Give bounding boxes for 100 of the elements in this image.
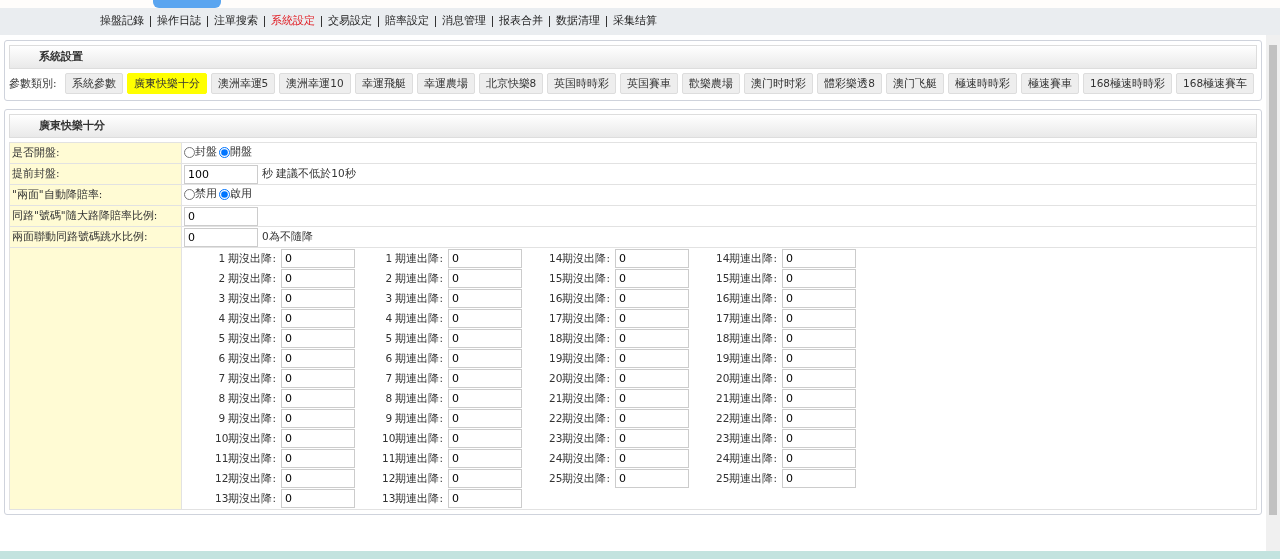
input-field[interactable]: 0	[281, 429, 355, 448]
nav-link[interactable]: 采集结算	[613, 13, 657, 30]
input-field[interactable]: 0	[281, 329, 355, 348]
input-field[interactable]: 0	[615, 249, 689, 268]
input-field[interactable]: 0	[281, 249, 355, 268]
field-label: 2 期沒出降:	[217, 270, 276, 286]
input-field[interactable]: 100	[184, 164, 258, 184]
input-field[interactable]: 0	[281, 289, 355, 308]
input-field[interactable]: 0	[615, 449, 689, 468]
radio-button[interactable]	[184, 188, 195, 200]
radio-option[interactable]: 禁用	[184, 185, 217, 203]
input-field[interactable]: 0	[448, 369, 522, 388]
input-field[interactable]: 0	[782, 329, 856, 348]
category-button[interactable]: 極速時時彩	[948, 73, 1017, 94]
nav-link[interactable]: 数据清理	[556, 13, 600, 30]
input-field[interactable]: 0	[782, 409, 856, 428]
input-field[interactable]: 0	[782, 289, 856, 308]
input-field[interactable]: 0	[615, 369, 689, 388]
input-field[interactable]: 0	[281, 489, 355, 508]
input-field[interactable]: 0	[184, 206, 258, 226]
field-label: 11期連出降:	[381, 450, 443, 466]
radio-button[interactable]	[219, 188, 230, 200]
nav-link[interactable]: 賠率設定	[385, 13, 429, 30]
nav-link[interactable]: 报表合并	[499, 13, 543, 30]
radio-button[interactable]	[219, 146, 230, 158]
category-button[interactable]: 幸運飛艇	[354, 73, 413, 94]
input-field[interactable]: 0	[448, 489, 522, 508]
category-button[interactable]: 英国賽車	[620, 73, 679, 94]
input-field[interactable]: 0	[615, 469, 689, 488]
input-field[interactable]: 0	[448, 469, 522, 488]
nav-link[interactable]: 注單搜索	[214, 13, 258, 30]
field-label: 20期連出降:	[715, 370, 777, 386]
radio-option[interactable]: 啟用	[219, 185, 252, 203]
category-button[interactable]: 澳洲幸運10	[279, 73, 351, 94]
category-button[interactable]: 幸運農場	[416, 73, 475, 94]
nav-link[interactable]: 系統設定	[271, 13, 315, 30]
category-button[interactable]: 歡樂農場	[682, 73, 741, 94]
category-button[interactable]: 澳洲幸運5	[210, 73, 276, 94]
category-button[interactable]: 系統參數	[64, 73, 123, 94]
input-field[interactable]: 0	[782, 429, 856, 448]
category-button[interactable]: 澳门飞艇	[886, 73, 944, 94]
category-button[interactable]: 澳门时时彩	[744, 73, 814, 94]
input-field[interactable]: 0	[281, 409, 355, 428]
input-field[interactable]: 0	[782, 349, 856, 368]
input-field[interactable]: 0	[448, 449, 522, 468]
input-field[interactable]: 0	[281, 449, 355, 468]
scrollbar[interactable]	[1266, 35, 1280, 551]
category-button[interactable]: 北京快樂8	[478, 73, 544, 94]
header-tab[interactable]	[153, 0, 221, 8]
nav-link[interactable]: 操盤記錄	[100, 13, 144, 30]
input-field[interactable]: 0	[782, 269, 856, 288]
input-field[interactable]: 0	[782, 369, 856, 388]
radio-button[interactable]	[184, 146, 195, 158]
input-field[interactable]: 0	[448, 349, 522, 368]
nav-link[interactable]: 操作日誌	[157, 13, 201, 30]
input-field[interactable]: 0	[281, 369, 355, 388]
input-field[interactable]: 0	[782, 469, 856, 488]
radio-option[interactable]: 封盤	[184, 143, 217, 161]
input-field[interactable]: 0	[281, 269, 355, 288]
input-field[interactable]: 0	[448, 309, 522, 328]
input-field[interactable]: 0	[615, 269, 689, 288]
radio-option[interactable]: 開盤	[219, 143, 252, 161]
field-label: 24期連出降:	[715, 450, 777, 466]
category-button[interactable]: 廣東快樂十分	[126, 73, 207, 94]
input-field[interactable]: 0	[615, 309, 689, 328]
field-label: 3 期連出降:	[384, 290, 443, 306]
input-field[interactable]: 0	[448, 389, 522, 408]
field-label: 10期連出降:	[381, 430, 443, 446]
input-field[interactable]: 0	[281, 389, 355, 408]
category-button[interactable]: 168極速賽车	[1176, 73, 1255, 94]
input-field[interactable]: 0	[448, 329, 522, 348]
input-field[interactable]: 0	[615, 289, 689, 308]
setting-label: "兩面"自動降賠率:	[12, 188, 103, 201]
input-field[interactable]: 0	[615, 389, 689, 408]
input-field[interactable]: 0	[448, 289, 522, 308]
input-field[interactable]: 0	[448, 249, 522, 268]
input-field[interactable]: 0	[448, 429, 522, 448]
input-field[interactable]: 0	[615, 429, 689, 448]
category-button[interactable]: 極速賽車	[1021, 73, 1079, 94]
input-field[interactable]: 0	[615, 409, 689, 428]
input-field[interactable]: 0	[448, 409, 522, 428]
nav-link[interactable]: 交易設定	[328, 13, 372, 30]
input-field[interactable]: 0	[281, 309, 355, 328]
input-field[interactable]: 0	[448, 269, 522, 288]
input-field[interactable]: 0	[782, 389, 856, 408]
input-field[interactable]: 0	[615, 329, 689, 348]
input-field[interactable]: 0	[782, 449, 856, 468]
input-field[interactable]: 0	[782, 309, 856, 328]
input-field[interactable]: 0	[184, 227, 258, 247]
input-field[interactable]: 0	[281, 469, 355, 488]
nav-link[interactable]: 消息管理	[442, 13, 486, 30]
input-field[interactable]: 0	[782, 249, 856, 268]
field-label: 9 期沒出降:	[217, 410, 276, 426]
field-label: 24期沒出降:	[548, 450, 610, 466]
input-field[interactable]: 0	[615, 349, 689, 368]
category-button[interactable]: 英国時時彩	[547, 73, 617, 94]
category-button[interactable]: 體彩樂透8	[817, 73, 882, 94]
input-field[interactable]: 0	[281, 349, 355, 368]
category-button[interactable]: 168極速時時彩	[1083, 73, 1173, 94]
category-label: 參數類別:	[9, 75, 57, 91]
